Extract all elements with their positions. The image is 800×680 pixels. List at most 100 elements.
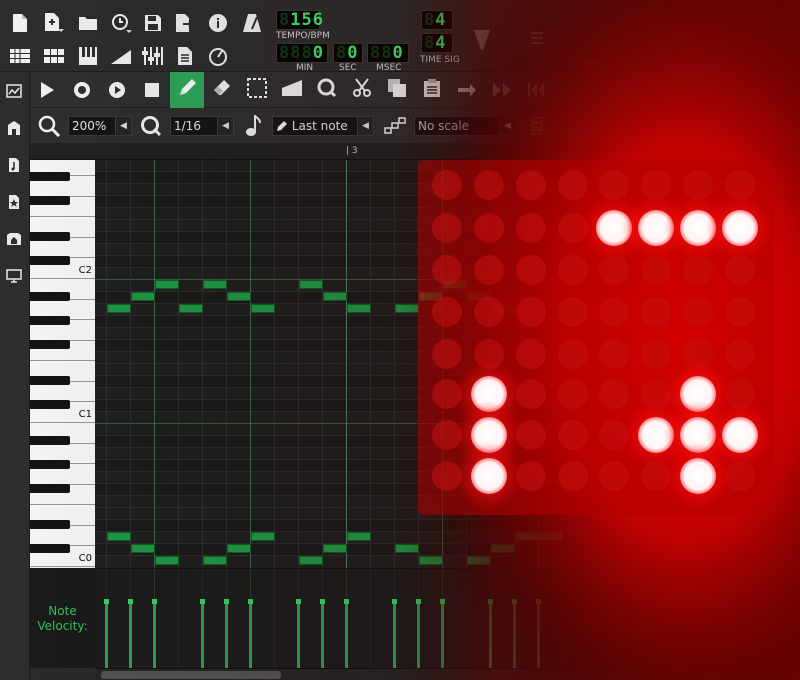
note[interactable] xyxy=(419,556,443,565)
new-project-icon[interactable] xyxy=(8,11,32,35)
master-volume-icon[interactable] xyxy=(470,28,494,52)
metronome-icon[interactable] xyxy=(240,11,264,35)
note[interactable] xyxy=(323,292,347,301)
new-from-template-icon[interactable] xyxy=(42,11,66,35)
note[interactable] xyxy=(539,532,563,541)
mixer-icon[interactable] xyxy=(141,44,165,68)
note[interactable] xyxy=(347,532,371,541)
note[interactable] xyxy=(299,556,323,565)
note[interactable] xyxy=(227,292,251,301)
record-while-playing-button[interactable] xyxy=(100,72,134,108)
pattern-editor-icon[interactable] xyxy=(42,44,66,68)
step-backward-button[interactable] xyxy=(520,72,554,108)
recent-projects-icon[interactable] xyxy=(109,11,133,35)
step-forward-button[interactable] xyxy=(450,72,484,108)
note[interactable] xyxy=(395,304,419,313)
velocity-bar[interactable] xyxy=(297,601,300,668)
root-directory-icon[interactable] xyxy=(3,265,25,287)
toggle-stepping-button[interactable] xyxy=(485,72,519,108)
black-key[interactable] xyxy=(30,232,70,241)
velocity-handle[interactable] xyxy=(536,599,541,604)
piano-keyboard[interactable]: C2 C1 C0 xyxy=(30,160,95,568)
velocity-bar[interactable] xyxy=(225,601,228,668)
my-projects-icon[interactable] xyxy=(3,117,25,139)
select-mode-button[interactable] xyxy=(240,72,274,108)
velocity-handle[interactable] xyxy=(104,599,109,604)
time-signature-denominator[interactable]: 84 xyxy=(421,33,453,53)
note[interactable] xyxy=(251,532,275,541)
note[interactable] xyxy=(107,532,131,541)
black-key[interactable] xyxy=(30,292,70,301)
play-button[interactable] xyxy=(30,72,64,108)
draw-mode-button[interactable] xyxy=(170,72,204,108)
automation-editor-icon[interactable] xyxy=(109,44,133,68)
velocity-handle[interactable] xyxy=(512,599,517,604)
record-button[interactable] xyxy=(65,72,99,108)
note[interactable] xyxy=(155,556,179,565)
velocity-handle[interactable] xyxy=(296,599,301,604)
timeline[interactable]: | 3 xyxy=(30,144,800,160)
black-key[interactable] xyxy=(30,520,70,529)
note-length-combo[interactable]: Last note ◀ xyxy=(272,116,374,136)
note-grid[interactable] xyxy=(95,160,800,568)
scale-combo[interactable]: No scale ◀ xyxy=(414,116,516,136)
note[interactable] xyxy=(443,280,467,289)
instrument-plugins-icon[interactable] xyxy=(3,80,25,102)
velocity-handle[interactable] xyxy=(128,599,133,604)
velocity-handle[interactable] xyxy=(440,599,445,604)
velocity-handle[interactable] xyxy=(224,599,229,604)
piano-roll-icon[interactable] xyxy=(76,44,100,68)
detune-mode-button[interactable] xyxy=(275,72,309,108)
velocity-bar[interactable] xyxy=(513,601,516,668)
scrollbar-thumb[interactable] xyxy=(101,671,281,679)
what-is-this-icon[interactable] xyxy=(206,11,230,35)
velocity-bar[interactable] xyxy=(537,601,540,668)
black-key[interactable] xyxy=(30,436,70,445)
my-samples-icon[interactable] xyxy=(3,154,25,176)
velocity-bar[interactable] xyxy=(153,601,156,668)
tempo-display[interactable]: 8156 xyxy=(276,10,323,30)
my-home-icon[interactable] xyxy=(3,228,25,250)
velocity-bar[interactable] xyxy=(105,601,108,668)
note[interactable] xyxy=(203,556,227,565)
black-key[interactable] xyxy=(30,172,70,181)
horizontal-scrollbar[interactable] xyxy=(95,668,800,680)
note[interactable] xyxy=(203,280,227,289)
note[interactable] xyxy=(251,304,275,313)
velocity-bar[interactable] xyxy=(417,601,420,668)
note[interactable] xyxy=(155,280,179,289)
quantize-combo[interactable]: 1/16 ◀ xyxy=(170,116,234,136)
note[interactable] xyxy=(299,280,323,289)
black-key[interactable] xyxy=(30,316,70,325)
note[interactable] xyxy=(107,304,131,313)
my-presets-icon[interactable] xyxy=(3,191,25,213)
velocity-bar[interactable] xyxy=(249,601,252,668)
velocity-bar[interactable] xyxy=(393,601,396,668)
open-project-icon[interactable] xyxy=(76,11,100,35)
velocity-handle[interactable] xyxy=(248,599,253,604)
black-key[interactable] xyxy=(30,256,70,265)
velocity-handle[interactable] xyxy=(152,599,157,604)
note[interactable] xyxy=(131,292,155,301)
paste-button[interactable] xyxy=(415,72,449,108)
project-notes-icon[interactable] xyxy=(173,44,197,68)
note[interactable] xyxy=(515,532,539,541)
save-project-icon[interactable] xyxy=(141,11,165,35)
note[interactable] xyxy=(467,556,491,565)
song-editor-icon[interactable] xyxy=(8,44,32,68)
stop-button[interactable] xyxy=(135,72,169,108)
note[interactable] xyxy=(131,544,155,553)
velocity-handle[interactable] xyxy=(416,599,421,604)
black-key[interactable] xyxy=(30,400,70,409)
black-key[interactable] xyxy=(30,484,70,493)
black-key[interactable] xyxy=(30,460,70,469)
note[interactable] xyxy=(467,292,491,301)
time-signature-numerator[interactable]: 84 xyxy=(421,10,453,30)
velocity-bar[interactable] xyxy=(345,601,348,668)
black-key[interactable] xyxy=(30,340,70,349)
black-key[interactable] xyxy=(30,196,70,205)
black-key[interactable] xyxy=(30,376,70,385)
velocity-handle[interactable] xyxy=(344,599,349,604)
master-pitch-icon[interactable] xyxy=(525,28,549,52)
copy-button[interactable] xyxy=(380,72,414,108)
